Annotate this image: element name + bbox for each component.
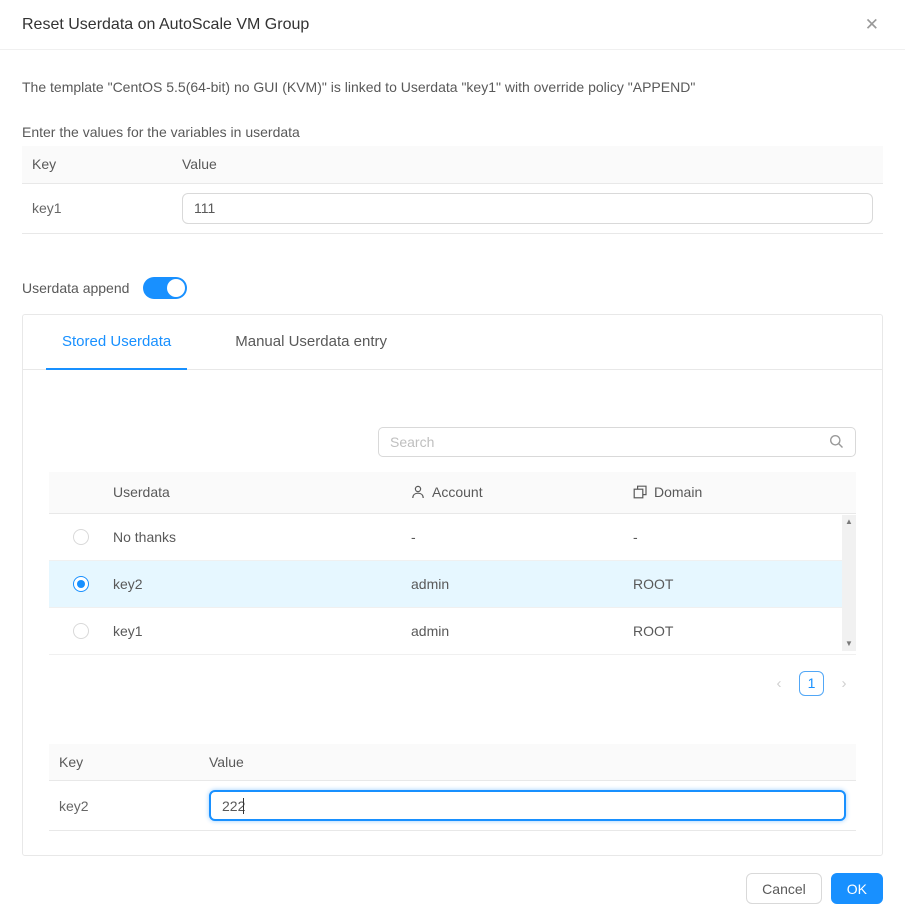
ok-button[interactable]: OK — [831, 873, 883, 904]
table-row: key2 — [49, 781, 856, 831]
column-header-value: Value — [199, 744, 856, 781]
table-header-row: Key Value — [22, 146, 883, 183]
user-icon — [411, 485, 425, 499]
toggle-knob — [167, 279, 185, 297]
block-icon — [633, 485, 647, 499]
pagination-prev-icon[interactable]: ‹ — [767, 671, 791, 695]
pagination-next-icon[interactable]: › — [832, 671, 856, 695]
modal-footer: Cancel OK — [0, 873, 905, 904]
modal-title: Reset Userdata on AutoScale VM Group — [22, 16, 309, 34]
variables-table: Key Value key1 — [22, 146, 883, 234]
search-field — [378, 427, 856, 457]
tab-stored-userdata[interactable]: Stored Userdata — [46, 315, 187, 369]
tab-content: Userdata Account Domain — [23, 427, 882, 856]
selected-userdata-kv-table: Key Value key2 — [49, 744, 856, 832]
cell-userdata: key2 — [113, 576, 411, 592]
userdata-row-key2[interactable]: key2 admin ROOT — [49, 561, 856, 608]
column-header-userdata: Userdata — [113, 484, 411, 500]
table-header-row: Key Value — [49, 744, 856, 781]
pagination: ‹ 1 › — [49, 671, 856, 696]
column-header-key: Key — [22, 146, 172, 183]
modal-body: The template "CentOS 5.5(64-bit) no GUI … — [0, 79, 905, 856]
table-scrollbar[interactable]: ▲ ▼ — [842, 515, 856, 651]
cell-domain: ROOT — [633, 623, 856, 639]
tab-manual-userdata-entry[interactable]: Manual Userdata entry — [219, 315, 403, 369]
cancel-button[interactable]: Cancel — [746, 873, 822, 904]
cell-userdata: key1 — [113, 623, 411, 639]
cell-account: - — [411, 529, 633, 545]
userdata-table-header: Userdata Account Domain — [49, 472, 856, 514]
template-link-note: The template "CentOS 5.5(64-bit) no GUI … — [22, 79, 883, 95]
column-header-account: Account — [432, 484, 483, 500]
stored-userdata-table: Userdata Account Domain — [49, 472, 856, 655]
userdata-append-label: Userdata append — [22, 280, 129, 296]
cell-account: admin — [411, 623, 633, 639]
selected-value-input[interactable] — [209, 790, 846, 821]
cell-userdata: No thanks — [113, 529, 411, 545]
radio-key1[interactable] — [73, 623, 89, 639]
close-icon[interactable]: ✕ — [861, 12, 883, 37]
pagination-page-1[interactable]: 1 — [799, 671, 824, 696]
userdata-table-body: No thanks - - key2 admin ROOT key1 admin — [49, 514, 856, 655]
scroll-up-icon[interactable]: ▲ — [845, 515, 853, 529]
column-header-domain: Domain — [654, 484, 702, 500]
radio-no-thanks[interactable] — [73, 529, 89, 545]
tab-bar: Stored Userdata Manual Userdata entry — [23, 315, 882, 370]
column-header-value: Value — [172, 146, 883, 183]
variables-section-label: Enter the values for the variables in us… — [22, 124, 883, 140]
modal-header: Reset Userdata on AutoScale VM Group ✕ — [0, 0, 905, 50]
userdata-append-toggle[interactable] — [143, 277, 187, 299]
column-header-key: Key — [49, 744, 199, 781]
userdata-row-no-thanks[interactable]: No thanks - - — [49, 514, 856, 561]
variable-value-input[interactable] — [182, 193, 873, 224]
search-input[interactable] — [390, 434, 829, 450]
cell-domain: ROOT — [633, 576, 856, 592]
userdata-card: Stored Userdata Manual Userdata entry — [22, 314, 883, 857]
variable-key-label: key1 — [22, 183, 172, 233]
cell-domain: - — [633, 529, 856, 545]
userdata-row-key1[interactable]: key1 admin ROOT — [49, 608, 856, 655]
search-icon[interactable] — [829, 434, 844, 449]
table-row: key1 — [22, 183, 883, 233]
selected-key-label: key2 — [49, 781, 199, 831]
radio-key2[interactable] — [73, 576, 89, 592]
userdata-append-row: Userdata append — [22, 277, 883, 299]
scroll-down-icon[interactable]: ▼ — [845, 637, 853, 651]
cell-account: admin — [411, 576, 633, 592]
text-caret — [243, 798, 244, 814]
